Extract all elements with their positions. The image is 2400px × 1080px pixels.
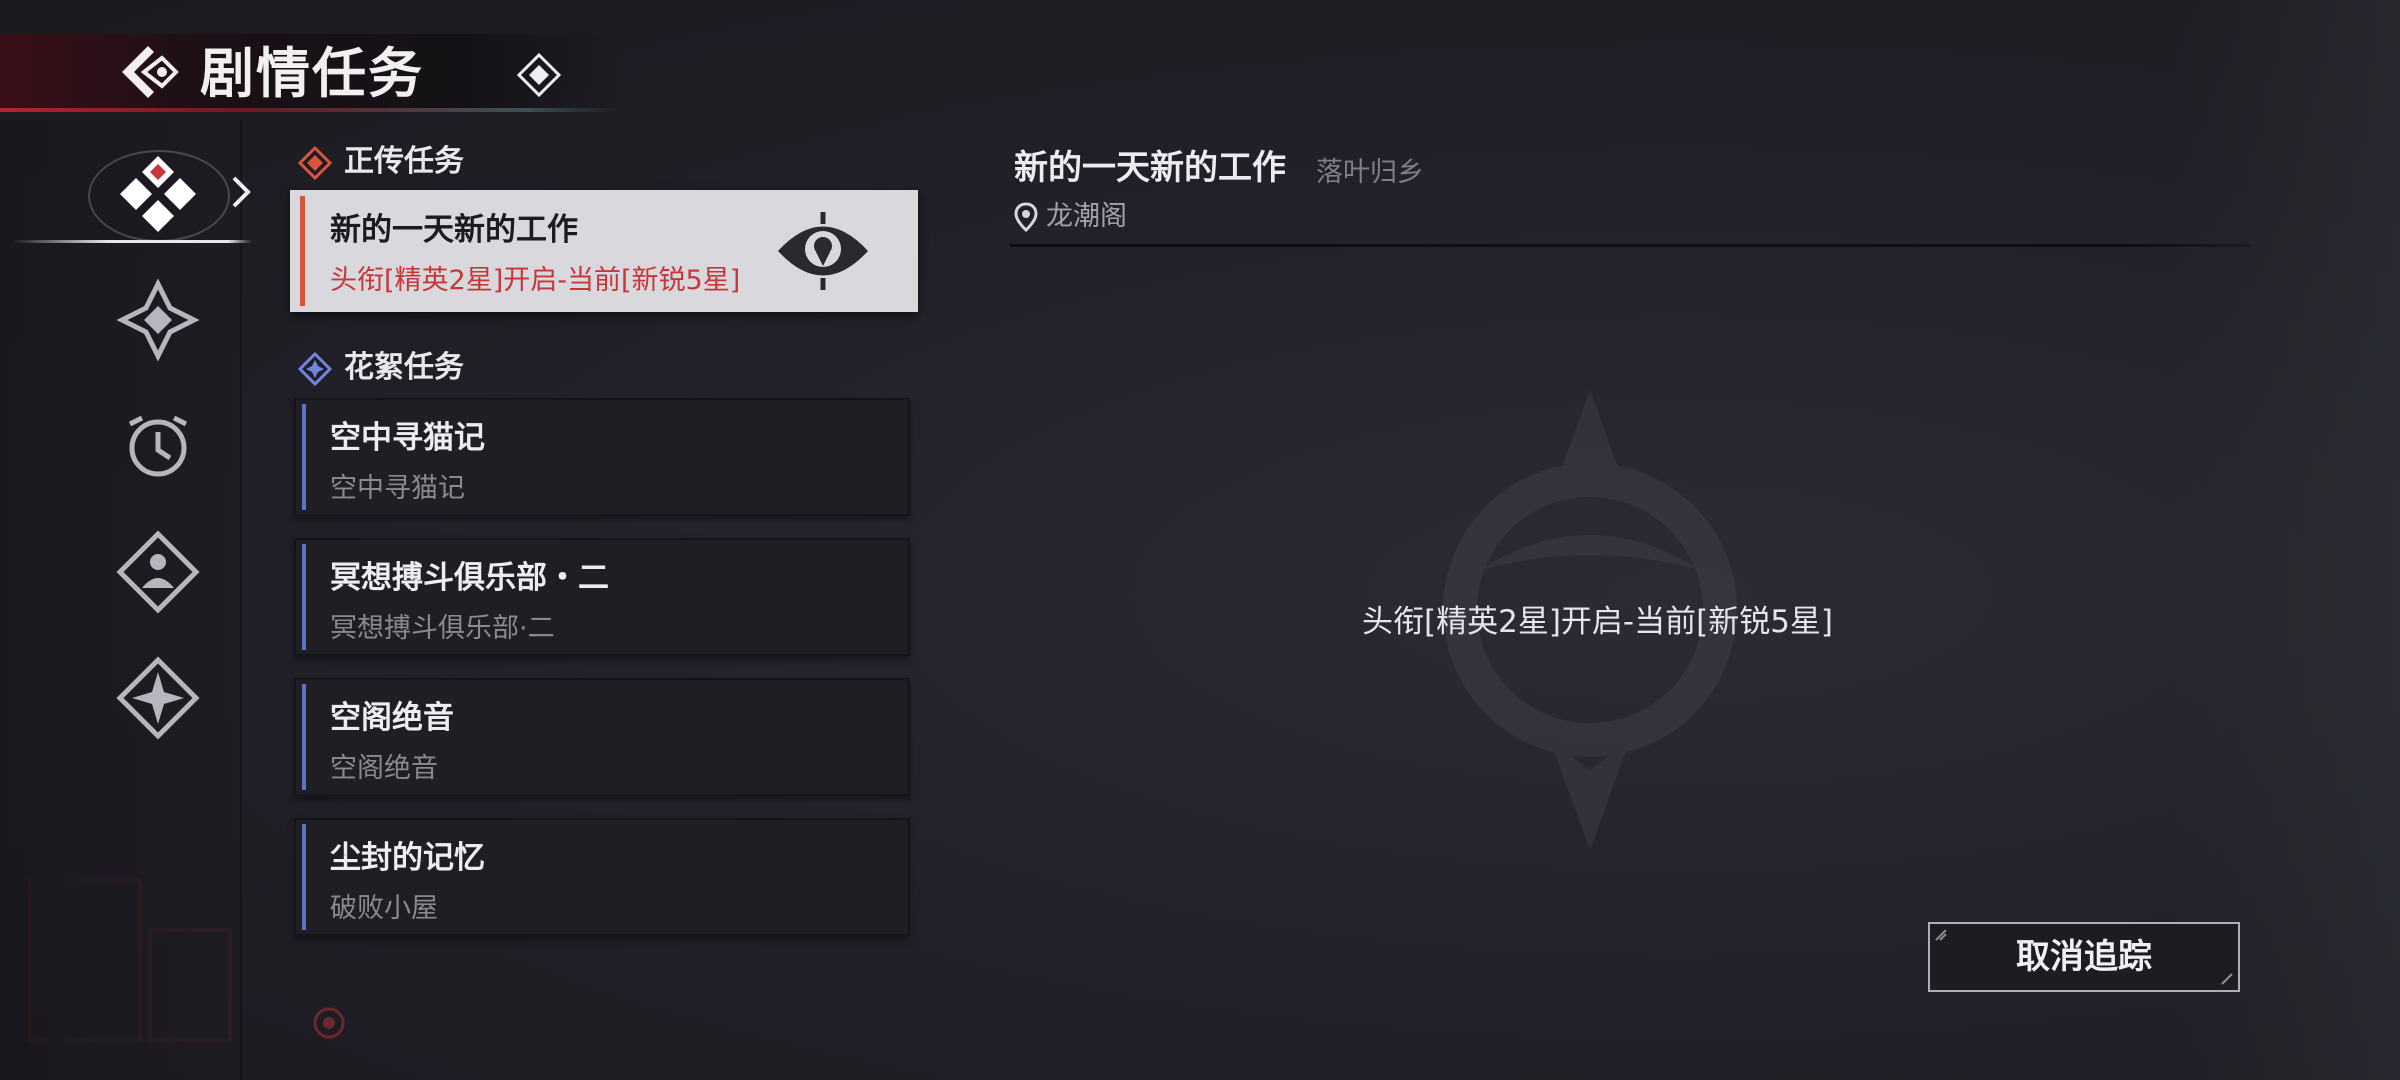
- compass-star-icon[interactable]: [116, 278, 200, 362]
- quest-name: 空中寻猫记: [330, 420, 485, 456]
- quest-subtitle: 空阁绝音: [330, 753, 438, 784]
- four-diamond-icon[interactable]: [116, 152, 200, 236]
- four-point-star-icon[interactable]: [116, 656, 200, 740]
- main-quest-icon: [298, 146, 332, 180]
- chevron-right-icon: [232, 176, 251, 208]
- quest-name: 尘封的记忆: [330, 840, 485, 876]
- corner-deco-icon: [1935, 929, 1947, 941]
- side-quest-item[interactable]: 尘封的记忆 破败小屋: [294, 818, 910, 936]
- quest-color-bar: [302, 824, 306, 930]
- location-text: 龙潮阁: [1046, 201, 1127, 232]
- active-indicator: [12, 240, 252, 243]
- main-quest-heading-text: 正传任务: [344, 144, 464, 179]
- side-quest-item[interactable]: 冥想搏斗俱乐部・二 冥想搏斗俱乐部·二: [294, 538, 910, 656]
- quest-color-bar: [302, 684, 306, 790]
- quest-color-bar: [302, 544, 306, 650]
- quest-name: 冥想搏斗俱乐部・二: [330, 560, 609, 596]
- side-quest-item[interactable]: 空阁绝音 空阁绝音: [294, 678, 910, 796]
- clock-icon[interactable]: [116, 404, 200, 488]
- detail-divider: [1010, 244, 2250, 247]
- side-quest-heading-text: 花絮任务: [344, 350, 464, 385]
- quest-subtitle: 空中寻猫记: [330, 473, 465, 504]
- quest-name: 新的一天新的工作: [330, 212, 578, 248]
- detail-title: 新的一天新的工作: [1014, 148, 1286, 188]
- tracking-eye-icon: [778, 212, 868, 290]
- quest-color-bar: [302, 404, 306, 510]
- detail-location: 龙潮阁: [1014, 196, 1127, 238]
- target-mark-icon: [313, 1007, 345, 1039]
- back-button[interactable]: [118, 40, 182, 104]
- side-quest-heading: 花絮任务: [298, 346, 464, 390]
- quest-color-bar: [300, 196, 305, 306]
- diamond-icon: [516, 52, 562, 98]
- page-title: 剧情任务: [200, 41, 424, 105]
- side-quest-icon: [298, 352, 332, 386]
- unlock-requirement: 头衔[精英2星]开启-当前[新锐5星]: [1362, 604, 1834, 640]
- quest-subtitle: 破败小屋: [330, 893, 438, 924]
- corner-deco-icon: [2221, 973, 2233, 985]
- location-pin-icon: [1014, 202, 1038, 232]
- side-quest-item[interactable]: 空中寻猫记 空中寻猫记: [294, 398, 910, 516]
- background-edge: [2170, 0, 2400, 1080]
- quest-subtitle: 头衔[精英2星]开启-当前[新锐5星]: [330, 265, 741, 296]
- rail-divider: [240, 120, 242, 1080]
- person-diamond-icon[interactable]: [116, 530, 200, 614]
- quest-name: 空阁绝音: [330, 700, 454, 736]
- main-quest-item[interactable]: 新的一天新的工作 头衔[精英2星]开启-当前[新锐5星]: [290, 190, 918, 312]
- untrack-label: 取消追踪: [2016, 937, 2152, 977]
- quest-subtitle: 冥想搏斗俱乐部·二: [330, 613, 555, 644]
- untrack-button[interactable]: 取消追踪: [1928, 922, 2240, 992]
- main-quest-heading: 正传任务: [298, 140, 464, 184]
- detail-region: 落叶归乡: [1316, 157, 1424, 188]
